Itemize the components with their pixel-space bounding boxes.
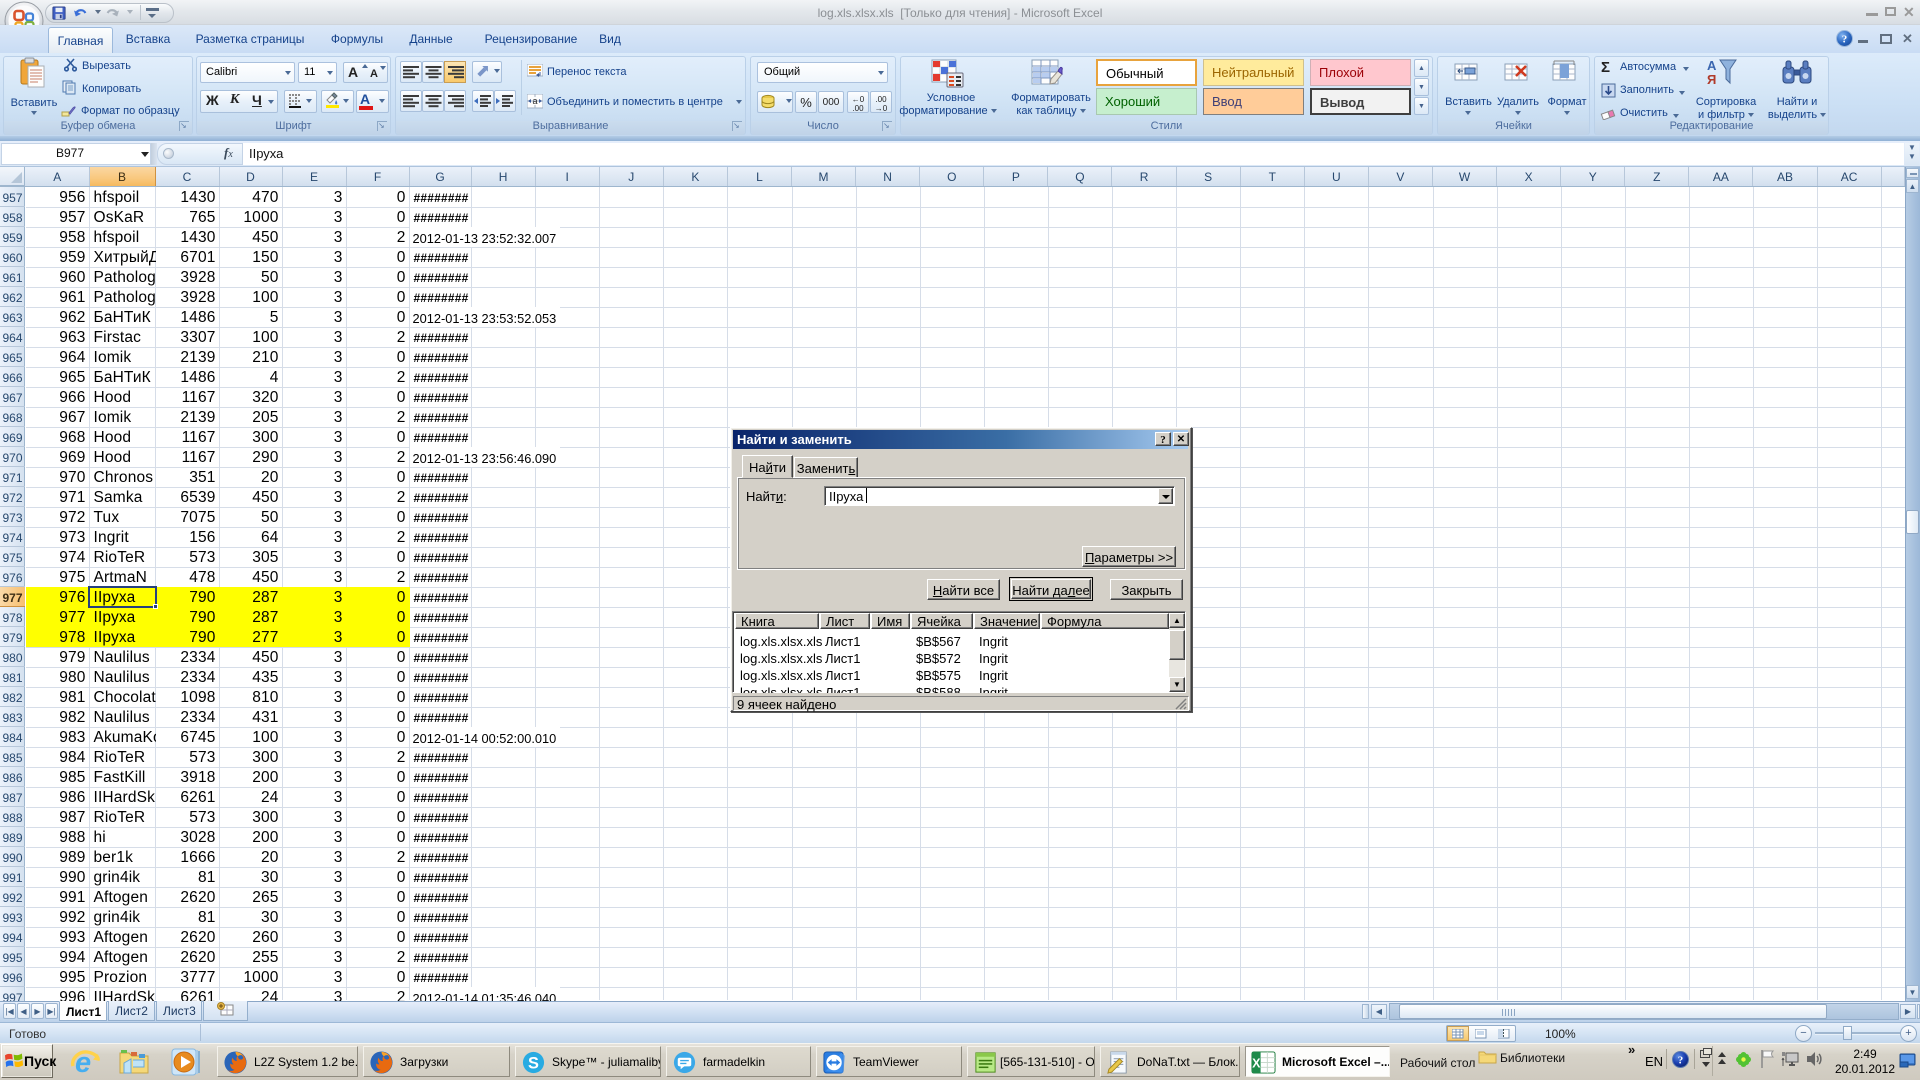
svg-text:?: ? <box>1678 1055 1684 1067</box>
svg-text:?: ? <box>1842 34 1848 46</box>
svg-text:S: S <box>528 1054 539 1072</box>
svg-text:А: А <box>1707 58 1717 73</box>
svg-text:a: a <box>532 96 537 106</box>
svg-text:X: X <box>1252 1056 1261 1070</box>
svg-text:Я: Я <box>1707 72 1716 87</box>
